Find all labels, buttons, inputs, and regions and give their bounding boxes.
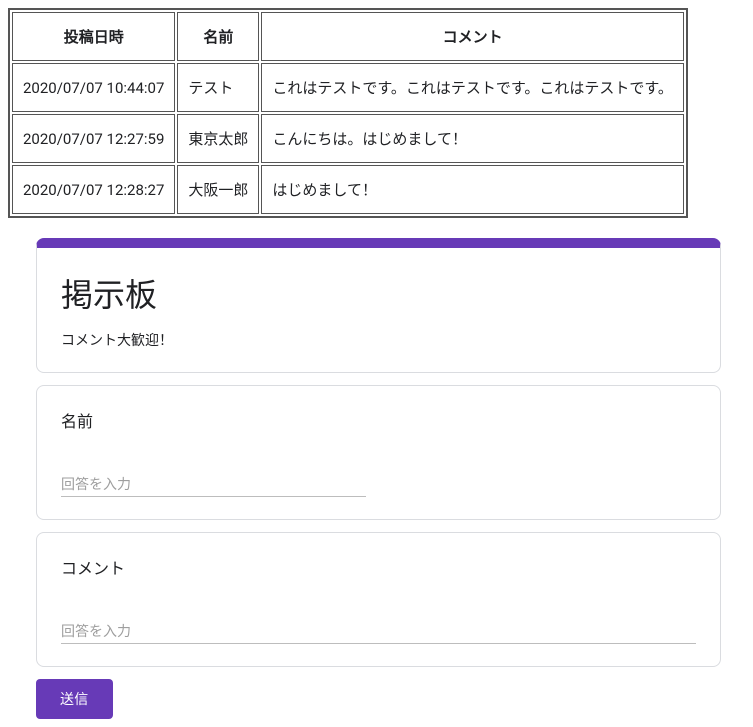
cell-comment: こんにちは。はじめまして！: [261, 114, 684, 163]
table-row: 2020/07/07 12:28:27 大阪一郎 はじめまして！: [12, 165, 684, 214]
table-row: 2020/07/07 10:44:07 テスト これはテストです。これはテストで…: [12, 63, 684, 112]
col-header-comment: コメント: [261, 12, 684, 61]
cell-datetime: 2020/07/07 10:44:07: [12, 63, 175, 112]
table-row: 2020/07/07 12:27:59 東京太郎 こんにちは。はじめまして！: [12, 114, 684, 163]
submit-button[interactable]: 送信: [36, 679, 113, 719]
comment-field-card: コメント: [36, 532, 721, 667]
form-title: 掲示板: [61, 270, 696, 316]
posts-table: 投稿日時 名前 コメント 2020/07/07 10:44:07 テスト これは…: [8, 8, 688, 218]
form-header-card: 掲示板 コメント大歓迎！: [36, 238, 721, 373]
name-field-card: 名前: [36, 385, 721, 520]
name-input[interactable]: [61, 472, 366, 497]
form-description: コメント大歓迎！: [61, 330, 696, 350]
comment-input[interactable]: [61, 619, 696, 644]
cell-datetime: 2020/07/07 12:28:27: [12, 165, 175, 214]
name-field-label: 名前: [61, 408, 696, 432]
table-header-row: 投稿日時 名前 コメント: [12, 12, 684, 61]
col-header-name: 名前: [177, 12, 259, 61]
cell-name: 東京太郎: [177, 114, 259, 163]
comment-field-label: コメント: [61, 555, 696, 579]
cell-name: テスト: [177, 63, 259, 112]
cell-comment: はじめまして！: [261, 165, 684, 214]
form-area: 掲示板 コメント大歓迎！ 名前 コメント 送信: [8, 238, 745, 719]
col-header-datetime: 投稿日時: [12, 12, 175, 61]
cell-name: 大阪一郎: [177, 165, 259, 214]
cell-datetime: 2020/07/07 12:27:59: [12, 114, 175, 163]
cell-comment: これはテストです。これはテストです。これはテストです。: [261, 63, 684, 112]
